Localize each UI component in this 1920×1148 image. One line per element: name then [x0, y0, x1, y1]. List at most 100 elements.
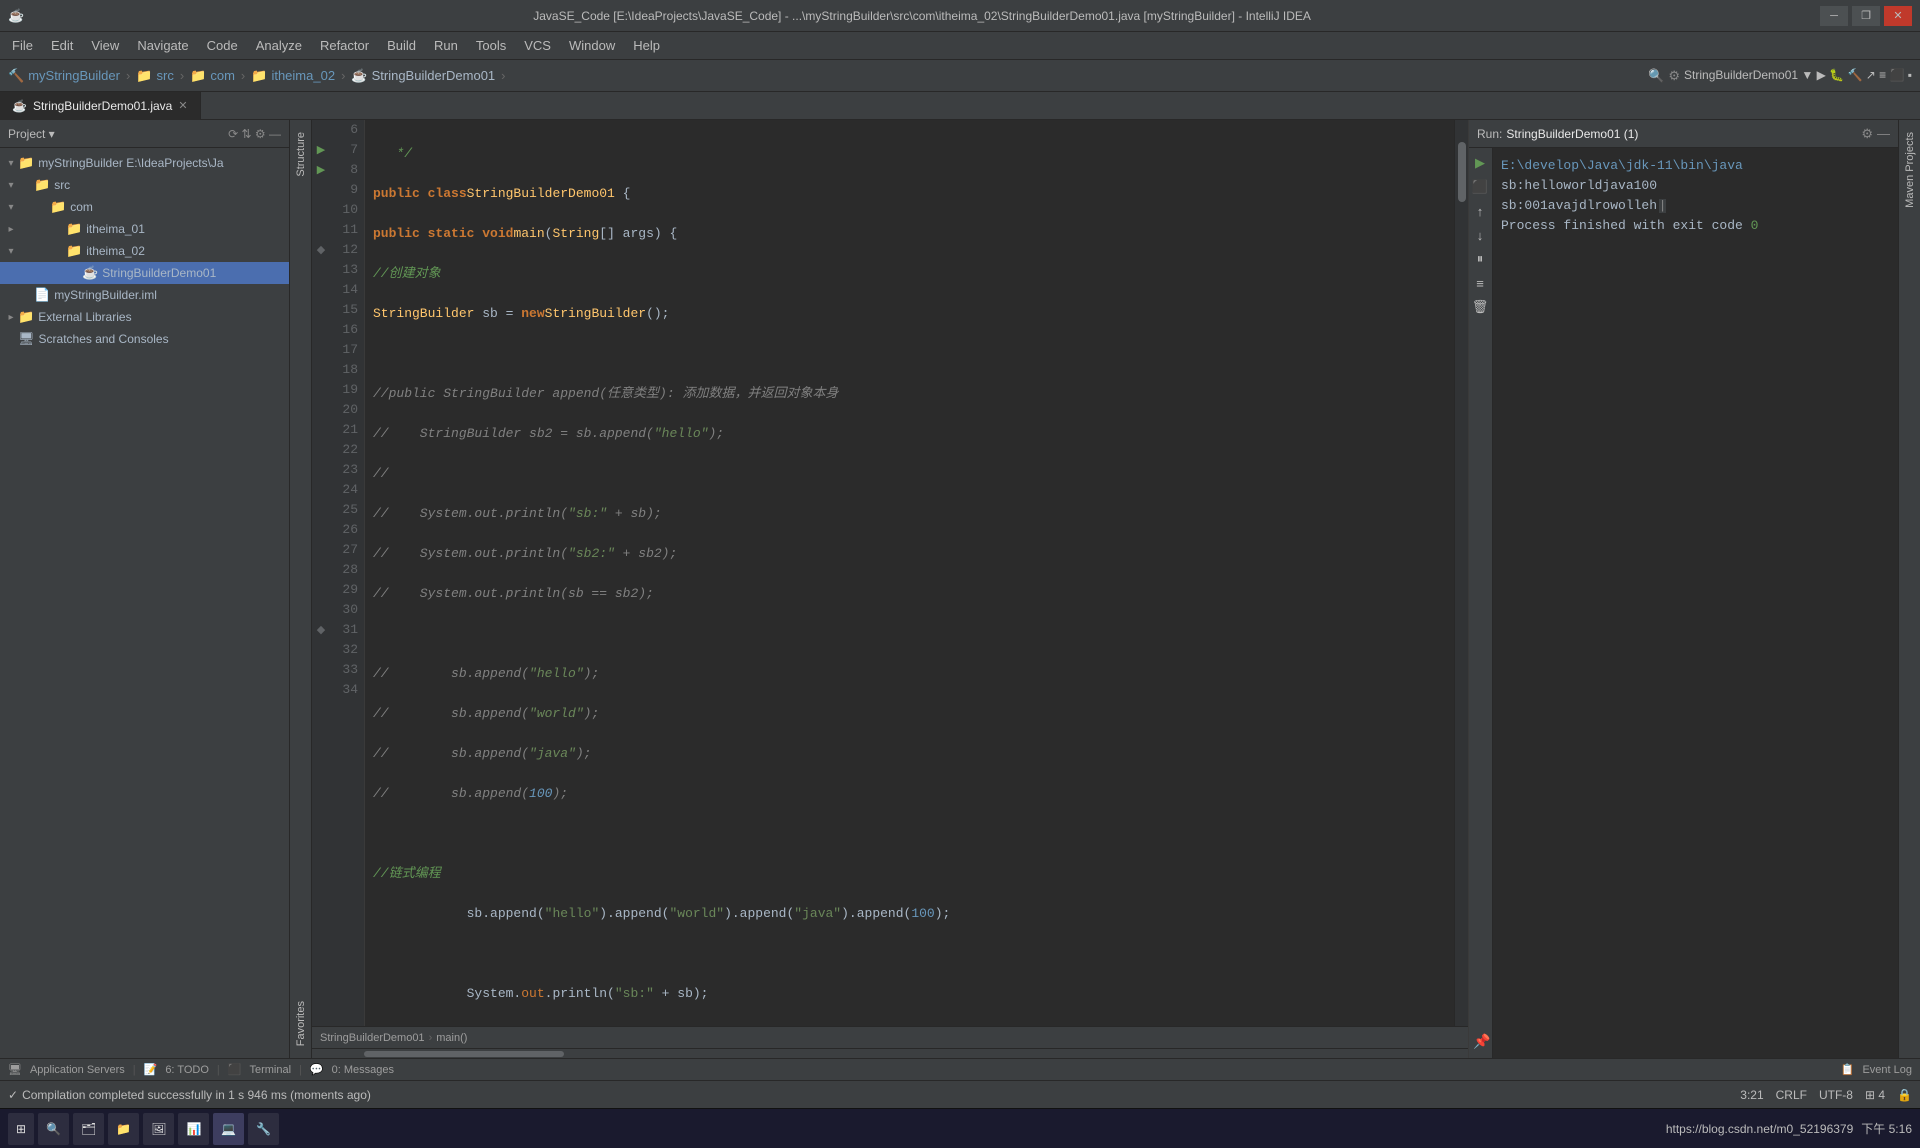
taskbar-explorer[interactable]: 📁 [108, 1113, 139, 1145]
scratches-icon: 🖥 [18, 331, 35, 347]
bottom-event-log[interactable]: Event Log [1862, 1064, 1912, 1076]
run-delete-button[interactable]: 🗑 [1469, 296, 1491, 318]
status-left: ✓ Compilation completed successfully in … [8, 1088, 1728, 1102]
tree-item-src[interactable]: ▾ 📁 src [0, 174, 289, 196]
editor-area: ▶ ▶ ◆ [312, 120, 1468, 1058]
editor-bc-method[interactable]: main() [436, 1032, 467, 1044]
run-output-line2: sb:helloworldjava100 [1501, 176, 1890, 196]
taskbar-files[interactable]: 🗂 [73, 1113, 104, 1145]
bottom-messages[interactable]: 0: Messages [332, 1064, 394, 1076]
menu-tools[interactable]: Tools [468, 36, 514, 55]
menu-window[interactable]: Window [561, 36, 623, 55]
menu-file[interactable]: File [4, 36, 41, 55]
cursor-position[interactable]: 3:21 [1740, 1088, 1763, 1102]
bottom-terminal[interactable]: Terminal [249, 1064, 291, 1076]
tree-item-itheima02[interactable]: ▾ 📁 itheima_02 [0, 240, 289, 262]
compilation-status: Compilation completed successfully in 1 … [22, 1088, 371, 1102]
editor-bc-class[interactable]: StringBuilderDemo01 [320, 1032, 425, 1044]
bottom-app-servers[interactable]: Application Servers [30, 1064, 125, 1076]
editor-scrollbar-track[interactable] [1454, 120, 1468, 1026]
bottom-sep2: | [217, 1064, 220, 1076]
tree-item-com[interactable]: ▾ 📁 com [0, 196, 289, 218]
sidebar-header: Project ▾ ⟳ ⇅ ⚙ — [0, 120, 289, 148]
menu-navigate[interactable]: Navigate [129, 36, 196, 55]
code-line-25: sb.append("hello").append("world").appen… [373, 904, 1446, 924]
menu-build[interactable]: Build [379, 36, 424, 55]
tree-item-iml[interactable]: 📄 myStringBuilder.iml [0, 284, 289, 306]
tab-stringbuilderdemo01[interactable]: ☕ StringBuilderDemo01.java ✕ [0, 92, 201, 120]
taskbar-search[interactable]: 🔍 [38, 1113, 69, 1145]
breadcrumb-com[interactable]: com [210, 68, 235, 83]
run-up-button[interactable]: ↑ [1469, 200, 1491, 222]
code-line-11 [373, 344, 1446, 364]
taskbar-tool[interactable]: 🔧 [248, 1113, 279, 1145]
breadcrumb-project[interactable]: myStringBuilder [28, 68, 120, 83]
bottom-todo[interactable]: 6: TODO [165, 1064, 209, 1076]
tab-close-icon[interactable]: ✕ [178, 99, 187, 112]
run-settings-button[interactable]: ≡ [1469, 272, 1491, 294]
taskbar-intellij[interactable]: 💻 [213, 1113, 244, 1145]
menu-view[interactable]: View [83, 36, 127, 55]
menu-edit[interactable]: Edit [43, 36, 81, 55]
main-container: ☕ StringBuilderDemo01.java ✕ Project ▾ ⟳… [0, 92, 1920, 1080]
right-tab-maven[interactable]: Maven Projects [1901, 120, 1919, 220]
code-line-26 [373, 944, 1446, 964]
breadcrumb-itheima02[interactable]: itheima_02 [271, 68, 335, 83]
indent-indicator: ⊞ 4 [1865, 1088, 1885, 1102]
tree-item-myStringBuilder[interactable]: ▾ 📁 myStringBuilder E:\IdeaProjects\Ja [0, 152, 289, 174]
scratches-label: Scratches and Consoles [39, 332, 169, 346]
code-line-22: // sb.append(100); [373, 784, 1446, 804]
editor-breadcrumb: StringBuilderDemo01 › main() [312, 1026, 1468, 1048]
run-name: StringBuilderDemo01 (1) [1506, 127, 1638, 141]
taskbar-right: https://blog.csdn.net/m0_52196379 下午 5:1… [1666, 1120, 1912, 1137]
code-content[interactable]: */ public class StringBuilderDemo01 { pu… [365, 120, 1454, 1026]
restore-button[interactable]: ❐ [1852, 6, 1880, 26]
tree-item-stringbuilderdemo01[interactable]: ☕ StringBuilderDemo01 [0, 262, 289, 284]
run-panel-settings[interactable]: ⚙ [1861, 126, 1873, 142]
menu-run[interactable]: Run [426, 36, 466, 55]
toolbar-search[interactable]: 🔍 [1648, 68, 1664, 84]
hscrollbar-thumb[interactable] [364, 1051, 564, 1057]
code-line-19: // sb.append("hello"); [373, 664, 1446, 684]
editor-hscrollbar[interactable] [312, 1048, 1468, 1058]
git-icon: 🔒 [1897, 1088, 1912, 1102]
breadcrumb-file[interactable]: StringBuilderDemo01 [372, 68, 496, 83]
line-ending[interactable]: CRLF [1776, 1088, 1807, 1102]
menu-vcs[interactable]: VCS [516, 36, 559, 55]
code-line-21: // sb.append("java"); [373, 744, 1446, 764]
taskbar-photos[interactable]: 🖼 [143, 1113, 174, 1145]
close-button[interactable]: ✕ [1884, 6, 1912, 26]
breadcrumb-src[interactable]: src [156, 68, 173, 83]
breadcrumb-folder-icon: 📁 [136, 68, 152, 84]
taskbar-ppt[interactable]: 📊 [178, 1113, 209, 1145]
title-icon: ☕ [8, 8, 24, 24]
sidebar-tools[interactable]: ⟳ ⇅ ⚙ — [228, 127, 281, 141]
run-label: Run: [1477, 127, 1502, 141]
tree-item-itheima01[interactable]: ▸ 📁 itheima_01 [0, 218, 289, 240]
run-panel-close[interactable]: — [1877, 126, 1890, 142]
run-pause-button[interactable]: ⏸ [1469, 248, 1491, 270]
breadcrumb-folder-icon2: 📁 [190, 68, 206, 84]
editor-scrollbar-thumb[interactable] [1458, 142, 1466, 202]
run-rerun-button[interactable]: ▶ [1469, 152, 1491, 174]
tab-bar: ☕ StringBuilderDemo01.java ✕ [0, 92, 1920, 120]
encoding[interactable]: UTF-8 [1819, 1088, 1853, 1102]
toolbar-settings[interactable]: ⚙ [1668, 68, 1680, 84]
menu-code[interactable]: Code [199, 36, 246, 55]
menu-help[interactable]: Help [625, 36, 668, 55]
start-button[interactable]: ⊞ [8, 1113, 34, 1145]
tree-item-external-libs[interactable]: ▸ 📁 External Libraries [0, 306, 289, 328]
run-stop-button[interactable]: ⬛ [1469, 176, 1491, 198]
run-down-button[interactable]: ↓ [1469, 224, 1491, 246]
vtab-structure[interactable]: Structure [292, 120, 310, 189]
code-line-10: StringBuilder sb = new StringBuilder(); [373, 304, 1446, 324]
run-output: E:\develop\Java\jdk-11\bin\java sb:hello… [1493, 148, 1898, 1058]
tree-item-scratches[interactable]: 🖥 Scratches and Consoles [0, 328, 289, 350]
menu-refactor[interactable]: Refactor [312, 36, 377, 55]
taskbar: ⊞ 🔍 🗂 📁 🖼 📊 💻 🔧 https://blog.csdn.net/m0… [0, 1108, 1920, 1148]
menu-analyze[interactable]: Analyze [248, 36, 310, 55]
minimize-button[interactable]: ─ [1820, 6, 1848, 26]
vtab-favorites[interactable]: Favorites [292, 989, 310, 1058]
bottom-sep1: | [133, 1064, 136, 1076]
run-output-line5: Process finished with exit code 0 [1501, 216, 1890, 236]
